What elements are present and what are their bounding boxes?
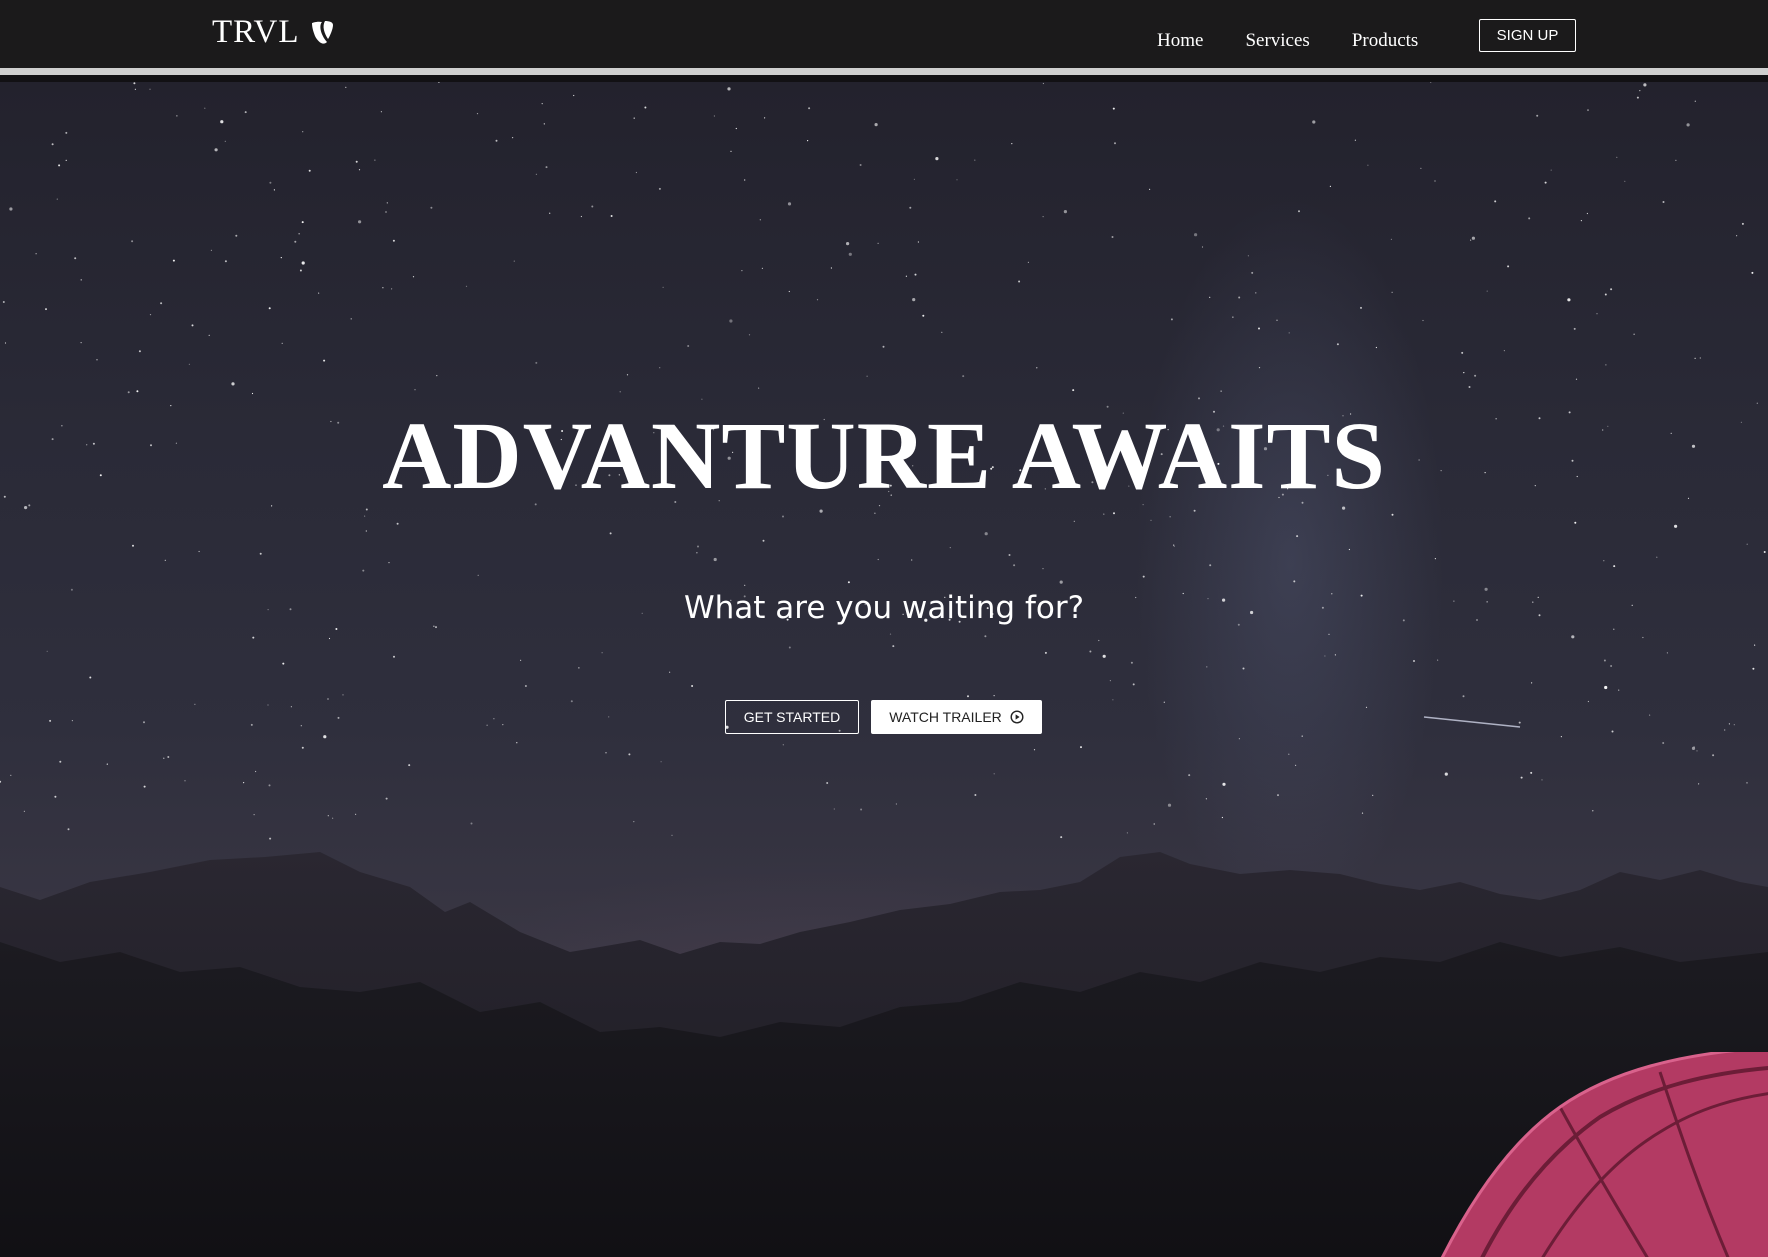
top-navbar: TRVL Home Services Products SIGN UP (0, 0, 1768, 75)
tent-image (1440, 1052, 1768, 1257)
watch-trailer-label: WATCH TRAILER (889, 709, 1002, 725)
hero-subtitle: What are you waiting for? (683, 590, 1085, 626)
hero-title: ADVANTURE AWAITS (382, 402, 1386, 509)
brand-name: TRVL (212, 14, 300, 50)
nav-link-home[interactable]: Home (1157, 30, 1203, 52)
hero-cta-group: GET STARTED WATCH TRAILER (725, 700, 1042, 734)
play-circle-icon (1010, 710, 1024, 724)
typo3-icon (308, 19, 336, 47)
sign-up-button[interactable]: SIGN UP (1479, 19, 1576, 52)
nav-link-products[interactable]: Products (1352, 30, 1419, 52)
nav-link-services[interactable]: Services (1245, 30, 1309, 52)
hero-section: ADVANTURE AWAITS What are you waiting fo… (0, 82, 1768, 1257)
watch-trailer-button[interactable]: WATCH TRAILER (871, 700, 1042, 734)
get-started-button[interactable]: GET STARTED (725, 700, 859, 734)
main-nav: Home Services Products (1157, 30, 1460, 52)
brand-logo[interactable]: TRVL (212, 14, 336, 51)
